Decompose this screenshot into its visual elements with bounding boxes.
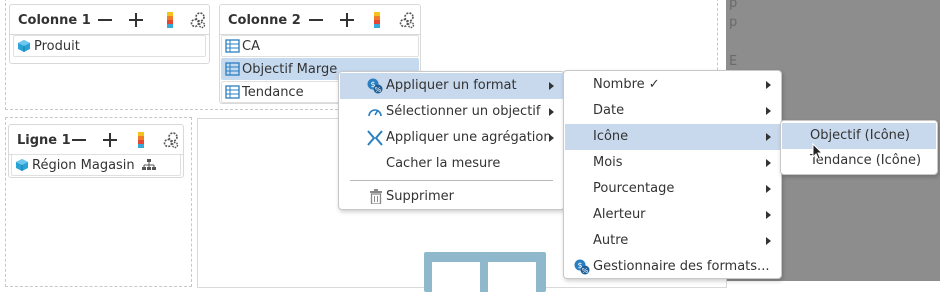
menu-item-appliquer-format[interactable]: $% Appliquer un format: [340, 73, 563, 99]
menu-item-pourcentage[interactable]: Pourcentage: [565, 176, 780, 202]
menu-item-label: Pourcentage: [593, 181, 675, 196]
color-scale-icon[interactable]: [161, 11, 179, 29]
measure-icon: [225, 85, 240, 99]
list-item-produit[interactable]: Produit: [13, 35, 206, 57]
chevron-right-icon: [766, 107, 771, 115]
menu-item-mois[interactable]: Mois: [565, 150, 780, 176]
menu-item-tendance-icone[interactable]: Tendance (Icône): [782, 148, 936, 174]
color-scale-icon[interactable]: [132, 131, 150, 149]
menu-item-label: Appliquer une agrégation: [386, 130, 552, 145]
item-label: Objectif Marge: [242, 62, 338, 77]
color-scale-icon[interactable]: [368, 11, 386, 29]
menu-item-label: Alerteur: [593, 207, 646, 222]
menu-item-cacher-mesure[interactable]: Cacher la mesure: [340, 151, 563, 177]
menu-item-label: Sélectionner un objectif: [386, 104, 541, 119]
plus-icon[interactable]: [338, 11, 356, 29]
menu-item-label: Gestionnaire des formats...: [593, 259, 770, 274]
cube-icon: [18, 40, 30, 52]
list-item-region-magasin[interactable]: Région Magasin: [11, 154, 181, 176]
panel-header: Colonne 1: [10, 5, 209, 35]
panel-header: Colonne 2: [220, 5, 420, 35]
background-text: p: [729, 0, 738, 11]
item-label: Région Magasin: [32, 158, 135, 173]
settings-gears-icon[interactable]: [162, 131, 180, 149]
menu-item-appliquer-agregation[interactable]: Appliquer une agrégation: [340, 125, 563, 151]
format-icon: $%: [367, 78, 383, 94]
menu-item-label: Supprimer: [386, 189, 454, 204]
menu-item-label: Nombre ✓: [593, 77, 660, 92]
chevron-right-icon: [766, 81, 771, 89]
chevron-right-icon: [549, 82, 554, 90]
menu-item-supprimer[interactable]: Supprimer: [340, 184, 563, 210]
menu-item-alerteur[interactable]: Alerteur: [565, 202, 780, 228]
menu-separator: [350, 180, 553, 181]
menu-item-label: Cacher la mesure: [386, 156, 501, 171]
settings-gears-icon[interactable]: [189, 11, 207, 29]
menu-item-icone[interactable]: Icône: [565, 124, 780, 150]
chevron-right-icon: [766, 237, 771, 245]
table-placeholder-icon: [424, 252, 546, 292]
minus-icon[interactable]: [307, 11, 325, 29]
plus-icon[interactable]: [127, 11, 145, 29]
list-item-ca[interactable]: CA: [221, 35, 419, 57]
item-label: Tendance: [242, 85, 304, 100]
background-text: E: [729, 54, 738, 69]
menu-item-date[interactable]: Date: [565, 98, 780, 124]
gauge-icon: [368, 109, 382, 117]
format-icon: $%: [574, 259, 590, 275]
minus-icon[interactable]: [70, 131, 88, 149]
measure-icon: [225, 39, 240, 53]
format-submenu: Nombre ✓ Date Icône Mois Pourcentage Ale…: [563, 70, 782, 279]
icone-submenu: Objectif (Icône) Tendance (Icône): [780, 120, 938, 175]
hierarchy-icon[interactable]: [142, 159, 156, 171]
colonne-1-panel: Colonne 1 Produit: [9, 4, 210, 64]
menu-item-label: Objectif (Icône): [810, 128, 910, 143]
chevron-right-icon: [766, 159, 771, 167]
menu-item-label: Autre: [593, 233, 629, 248]
item-label: Produit: [34, 39, 80, 54]
chevron-right-icon: [766, 133, 771, 141]
menu-item-gestionnaire-formats[interactable]: $% Gestionnaire des formats...: [565, 254, 780, 280]
svg-text:%: %: [375, 86, 382, 94]
minus-icon[interactable]: [96, 11, 114, 29]
chevron-right-icon: [549, 108, 554, 116]
settings-gears-icon[interactable]: [398, 11, 416, 29]
menu-item-nombre[interactable]: Nombre ✓: [565, 72, 780, 98]
menu-item-autre[interactable]: Autre: [565, 228, 780, 254]
menu-item-label: Date: [593, 103, 625, 118]
ligne-1-panel: Ligne 1 Région Magasin: [8, 124, 184, 178]
background-text: p: [729, 15, 738, 30]
chevron-right-icon: [549, 134, 554, 142]
menu-item-objectif-icone[interactable]: Objectif (Icône): [782, 123, 936, 149]
measure-icon: [225, 62, 240, 76]
panel-header: Ligne 1: [9, 125, 183, 155]
menu-item-selectionner-objectif[interactable]: Sélectionner un objectif: [340, 99, 563, 125]
plus-icon[interactable]: [101, 131, 119, 149]
menu-item-label: Tendance (Icône): [810, 153, 922, 168]
chevron-right-icon: [766, 211, 771, 219]
cube-icon: [16, 159, 28, 171]
item-label: CA: [242, 39, 260, 54]
panel-title: Ligne 1: [17, 133, 71, 148]
context-menu: $% Appliquer un format Sélectionner un o…: [338, 71, 565, 210]
aggregation-icon: [367, 130, 383, 146]
svg-text:%: %: [582, 267, 589, 275]
menu-item-label: Icône: [593, 129, 629, 144]
menu-item-label: Appliquer un format: [386, 78, 517, 93]
panel-title: Colonne 2: [228, 13, 301, 28]
menu-item-label: Mois: [593, 155, 623, 170]
mouse-cursor-icon: [812, 143, 824, 161]
panel-title: Colonne 1: [18, 13, 91, 28]
chevron-right-icon: [766, 185, 771, 193]
trash-icon: [370, 189, 382, 204]
